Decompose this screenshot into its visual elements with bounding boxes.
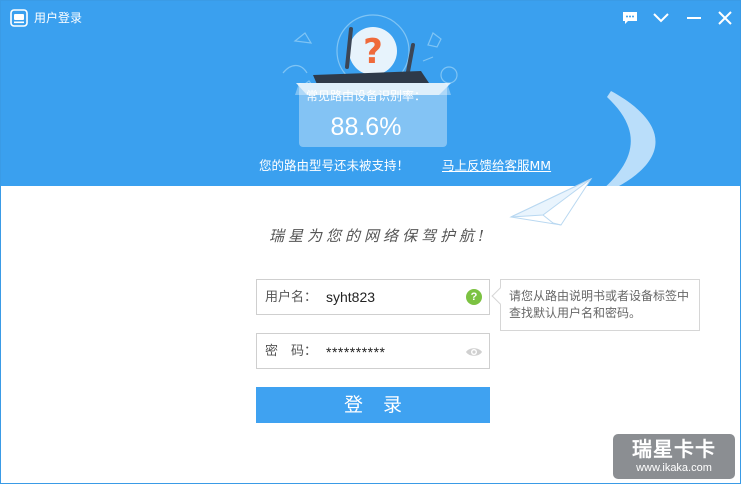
rising-kaka-watermark: 瑞星卡卡 www.ikaka.com [613,434,735,479]
login-button[interactable]: 登录 [256,387,490,423]
watermark-url: www.ikaka.com [636,462,712,474]
minimize-icon [687,17,701,19]
feedback-button[interactable] [618,7,642,29]
tooltip-arrow [491,287,509,305]
svg-text:?: ? [363,32,383,72]
chevron-down-icon [653,13,669,23]
close-button[interactable] [713,7,737,29]
recognition-rate-value: 88.6% [330,113,402,141]
help-icon[interactable]: ? [466,289,482,305]
login-window: 用户登录 ? 常见路由设备识别率： 88.6% 您的路由型号还未被支持！ 马上反… [0,0,741,484]
tooltip-text: 请您从路由说明书或者设备标签中查找默认用户名和密码。 [509,289,690,320]
router-app-icon [10,9,28,27]
password-input[interactable]: ********** [326,343,385,361]
close-icon [718,11,732,25]
chat-bubble-icon [623,12,637,24]
show-password-eye-icon[interactable] [465,346,483,358]
recognition-rate-label: 常见路由设备识别率： [305,89,426,103]
window-title: 用户登录 [34,11,83,25]
slogan-text: 瑞星为您的网络保驾护航! [268,227,489,245]
username-field[interactable]: 用户名： syht823 ? [256,279,490,315]
watermark-title: 瑞星卡卡 [632,437,716,461]
menu-dropdown-button[interactable] [649,7,673,29]
credentials-hint-tooltip: 请您从路由说明书或者设备标签中查找默认用户名和密码。 [491,279,700,331]
username-input[interactable]: syht823 [326,288,375,306]
unsupported-text: 您的路由型号还未被支持！ [259,158,410,173]
minimize-button[interactable] [682,7,706,29]
username-label: 用户名： [265,290,318,305]
password-field[interactable]: 密 码： ********** [256,333,490,369]
password-label: 密 码： [265,344,318,359]
paper-plane-swoosh [509,91,656,226]
